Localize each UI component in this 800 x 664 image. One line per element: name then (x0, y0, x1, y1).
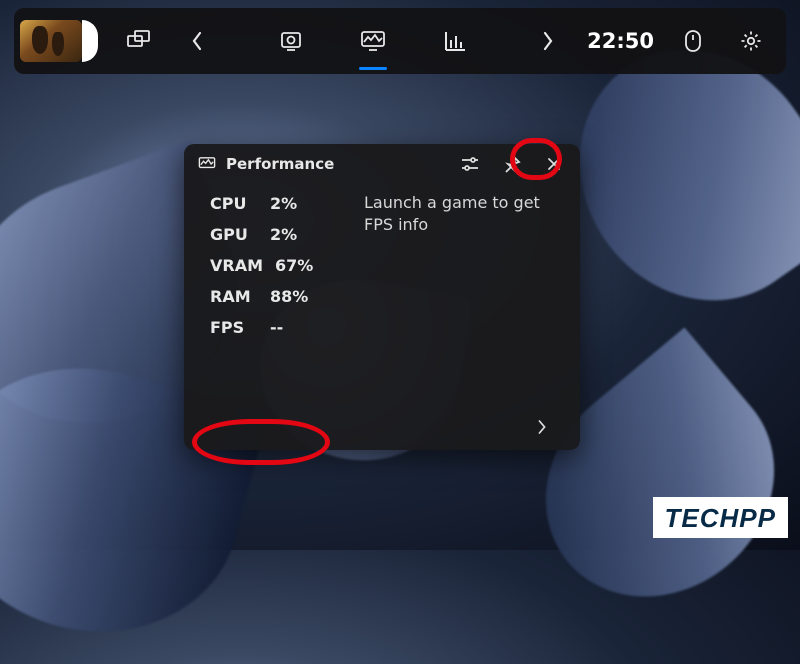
game-thumbnail-slot[interactable] (20, 17, 98, 65)
metric-value: 67% (275, 256, 313, 275)
metric-gpu[interactable]: GPU 2% (210, 219, 360, 250)
game-slot-handle-icon (82, 20, 98, 62)
performance-monitor-icon (198, 156, 216, 172)
chevron-right-icon (536, 417, 548, 437)
performance-widget: Performance CPU 2% GPU (184, 144, 580, 450)
capture-icon (279, 30, 303, 52)
widget-header[interactable]: Performance (184, 144, 580, 184)
metric-label: VRAM (210, 256, 263, 275)
toolbar-center-tabs (226, 13, 519, 69)
metric-value: 2% (270, 194, 297, 213)
widget-options-button[interactable] (454, 150, 486, 178)
nav-prev-button[interactable] (168, 20, 226, 62)
widget-expand-button[interactable] (526, 413, 558, 441)
chart-icon (443, 30, 467, 52)
close-icon (546, 156, 562, 172)
chevron-left-icon (190, 30, 204, 52)
tab-resources[interactable] (425, 13, 485, 69)
widgets-icon (127, 30, 151, 52)
game-bar-toolbar: 22:50 (14, 8, 786, 74)
metric-vram[interactable]: VRAM 67% (210, 250, 360, 281)
fps-info-text: Launch a game to get FPS info (360, 188, 566, 404)
nav-next-button[interactable] (519, 20, 577, 62)
metric-ram[interactable]: RAM 88% (210, 281, 360, 312)
widget-title: Performance (226, 155, 334, 173)
watermark: TECHPP (653, 497, 788, 538)
mouse-button[interactable] (664, 20, 722, 62)
game-thumbnail (20, 20, 82, 62)
metric-label: GPU (210, 225, 258, 244)
widget-pin-button[interactable] (496, 150, 528, 178)
pin-icon (503, 155, 521, 173)
metric-value: 2% (270, 225, 297, 244)
performance-monitor-icon (360, 30, 386, 52)
chevron-right-icon (541, 30, 555, 52)
mouse-icon (683, 29, 703, 53)
metric-label: FPS (210, 318, 258, 337)
metric-label: RAM (210, 287, 258, 306)
metric-value: -- (270, 318, 283, 337)
metric-cpu[interactable]: CPU 2% (210, 188, 360, 219)
metric-label: CPU (210, 194, 258, 213)
tab-capture[interactable] (261, 13, 321, 69)
metrics-list: CPU 2% GPU 2% VRAM 67% RAM 88% FPS -- (210, 188, 360, 404)
widget-close-button[interactable] (538, 150, 570, 178)
settings-gear-icon (739, 29, 763, 53)
tab-performance[interactable] (343, 13, 403, 69)
settings-button[interactable] (722, 20, 780, 62)
clock: 22:50 (577, 29, 664, 53)
sliders-icon (460, 156, 480, 172)
metric-fps[interactable]: FPS -- (210, 312, 360, 343)
metric-value: 88% (270, 287, 308, 306)
widgets-menu-button[interactable] (110, 20, 168, 62)
watermark-text: TECHPP (665, 503, 776, 533)
